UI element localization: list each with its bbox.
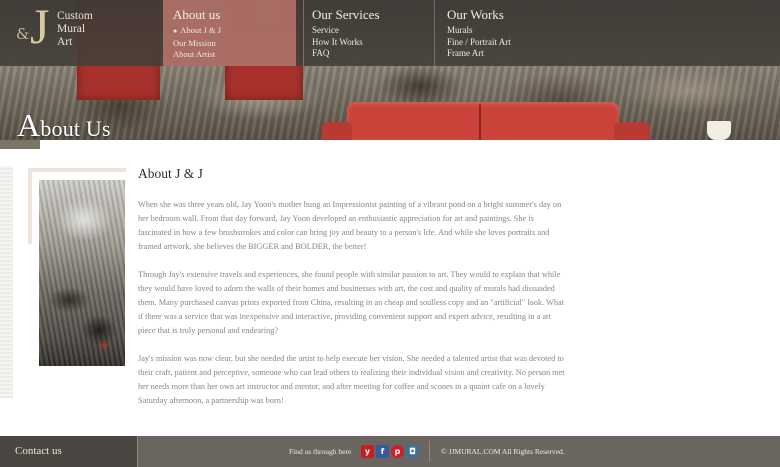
nav-works-list: Murals Fine / Portrait Art Frame Art: [447, 25, 564, 60]
white-vase: [707, 121, 731, 140]
sofa-cushion-seam: [479, 104, 481, 140]
instagram-icon[interactable]: ◘: [406, 445, 419, 458]
contact-us-link[interactable]: Contact us: [15, 445, 62, 457]
nav-fine-portrait-art[interactable]: Fine / Portrait Art: [447, 37, 564, 49]
nav-works-title[interactable]: Our Works: [447, 7, 564, 23]
main-content: About J & J When she was three years old…: [0, 140, 780, 436]
nav-services-list: Service How It Works FAQ: [312, 25, 433, 60]
logo-line-2: Mural: [57, 23, 86, 35]
page-title: About Us: [17, 107, 111, 140]
nav-murals[interactable]: Murals: [447, 25, 564, 37]
nav-about-list: ● About J & J Our Mission About Artist: [173, 25, 296, 61]
nav-faq[interactable]: FAQ: [312, 48, 433, 60]
footer: Contact us Find us through here y f p ◘ …: [0, 436, 780, 467]
article-paragraph: Jay's mission was now clear, but she nee…: [138, 354, 565, 405]
sofa-arm-left: [322, 122, 352, 140]
bullet-icon: ●: [173, 27, 178, 35]
decorative-side-stripe: [0, 166, 13, 398]
logo-line-3: Art: [57, 36, 73, 48]
page-title-initial: A: [17, 107, 41, 140]
article-title: About J & J: [138, 166, 203, 181]
nav-our-services: Our Services Service How It Works FAQ: [303, 0, 433, 66]
yelp-icon[interactable]: y: [361, 445, 374, 458]
site-logo[interactable]: & J Custom Mural Art: [14, 1, 127, 59]
nav-about-artist[interactable]: About Artist: [173, 49, 296, 61]
footer-contact-block: Contact us: [0, 436, 138, 467]
nav-services-title[interactable]: Our Services: [312, 7, 433, 23]
about-article: About J & J When she was three years old…: [138, 166, 568, 422]
nav-about-jj-label: About J & J: [180, 25, 222, 35]
nav-our-works: Our Works Murals Fine / Portrait Art Fra…: [434, 0, 564, 66]
logo-ampersand: &: [16, 25, 30, 43]
nav-how-it-works[interactable]: How It Works: [312, 37, 433, 49]
red-sofa: [347, 102, 619, 140]
pinterest-icon[interactable]: p: [391, 445, 404, 458]
featured-painting-image: [39, 180, 125, 366]
top-navigation-bar: & J Custom Mural Art About us ● About J &…: [0, 0, 780, 66]
nav-about-title[interactable]: About us: [173, 7, 296, 23]
nav-our-mission[interactable]: Our Mission: [173, 38, 296, 50]
copyright-text: © JJMURAL.COM All Rights Reserved.: [441, 447, 565, 456]
nav-service[interactable]: Service: [312, 25, 433, 37]
facebook-icon[interactable]: f: [376, 445, 389, 458]
page-title-rest: bout Us: [40, 116, 111, 140]
nav-frame-art[interactable]: Frame Art: [447, 48, 564, 60]
header-banner: & J Custom Mural Art About us ● About J &…: [0, 0, 780, 140]
heading-tab-accent: [0, 140, 40, 149]
sofa-arm-right: [614, 122, 650, 140]
nav-about-us: About us ● About J & J Our Mission About …: [163, 0, 296, 66]
footer-divider: [429, 441, 430, 462]
find-us-label: Find us through here: [289, 447, 352, 456]
logo-text: Custom Mural Art: [57, 10, 127, 49]
nav-about-jj[interactable]: ● About J & J: [173, 25, 296, 38]
article-paragraph: When she was three years old, Jay Yoon's…: [138, 200, 562, 251]
logo-line-1: Custom: [57, 10, 93, 22]
article-paragraph: Through Jay's extensive travels and expe…: [138, 270, 564, 335]
logo-letter: J: [30, 0, 50, 54]
